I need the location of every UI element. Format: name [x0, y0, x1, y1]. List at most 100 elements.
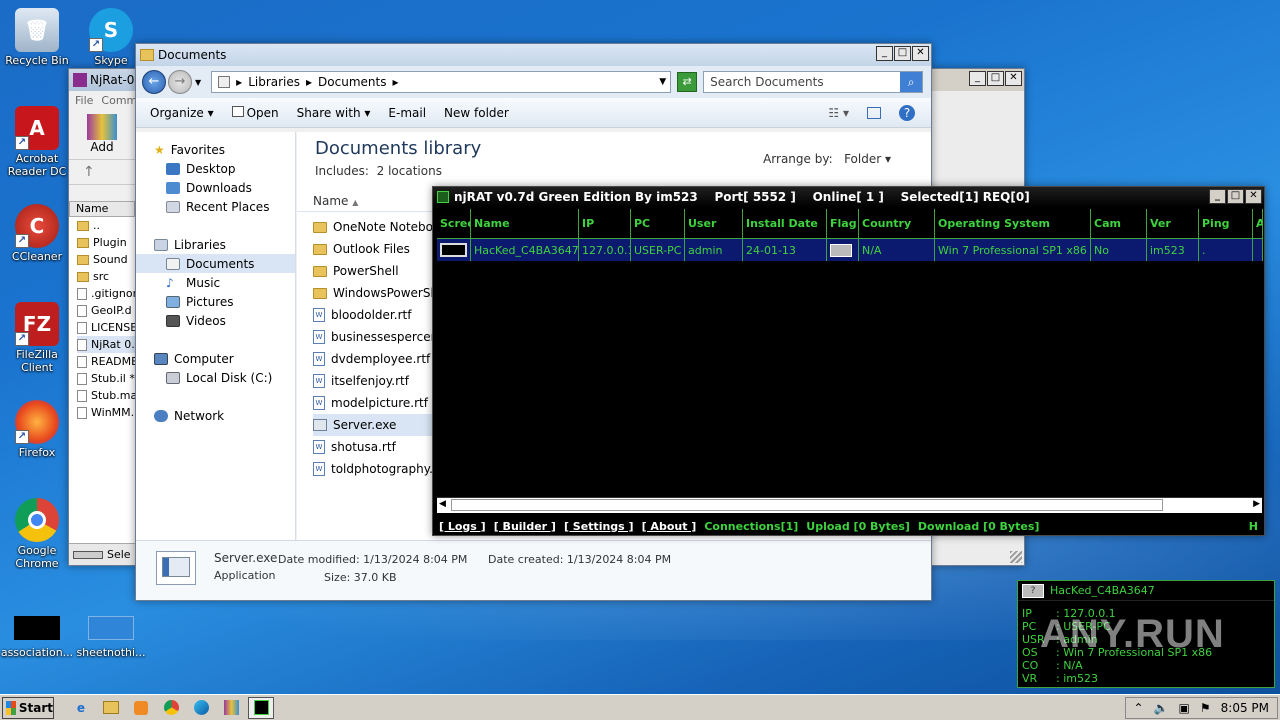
open-button[interactable]: Open	[231, 105, 279, 120]
column-header[interactable]: User	[685, 209, 743, 239]
email-button[interactable]: E-mail	[388, 106, 426, 120]
desktop-icon-recycle-bin[interactable]: 🗑 Recycle Bin	[0, 8, 74, 67]
file-item[interactable]: WindowsPowerShell	[313, 282, 443, 304]
file-item[interactable]: Outlook Files	[313, 238, 443, 260]
column-header[interactable]: Flag	[827, 209, 859, 239]
nav-local-disk[interactable]: Local Disk (C:)	[136, 368, 295, 387]
list-item[interactable]: ..	[77, 217, 135, 234]
nav-favorites[interactable]: ★ Favorites	[136, 140, 295, 159]
breadcrumb-libraries[interactable]: Libraries	[248, 75, 300, 89]
help-icon[interactable]: ?	[899, 104, 915, 121]
column-header[interactable]: A W	[1253, 209, 1263, 239]
minimize-button[interactable]: _	[1209, 189, 1226, 204]
maximize-button[interactable]: □	[894, 46, 911, 61]
list-item[interactable]: Stub.ma	[77, 387, 135, 404]
new-folder-button[interactable]: New folder	[444, 106, 509, 120]
minimize-button[interactable]: _	[876, 46, 893, 61]
column-header[interactable]: PC	[631, 209, 685, 239]
njrat-folder-window[interactable]: NjRat-0 File Comm Add ↑ Name .. Plugin Sou…	[68, 68, 137, 566]
address-bar[interactable]: ▸ Libraries ▸ Documents ▸ ▼	[211, 71, 672, 93]
horizontal-scrollbar[interactable]: ◀ ▶	[437, 497, 1262, 513]
table-row[interactable]: HacKed_C4BA3647 127.0.0.1 USER-PC admin 24-0…	[437, 239, 1263, 261]
list-item[interactable]: README	[77, 353, 135, 370]
share-with-button[interactable]: Share with ▾	[297, 106, 371, 120]
minimize-button[interactable]: _	[969, 71, 986, 86]
column-header[interactable]: Operating System	[935, 209, 1091, 239]
winrar-taskbar-icon[interactable]	[218, 697, 244, 719]
nav-music[interactable]: ♪ Music	[136, 273, 295, 292]
file-item[interactable]: Wtoldphotography.rtf	[313, 458, 443, 480]
list-item[interactable]: Sound	[77, 251, 135, 268]
file-item[interactable]: PowerShell	[313, 260, 443, 282]
menu-file[interactable]: File	[75, 94, 93, 107]
search-input[interactable]: Search Documents ⌕	[703, 71, 924, 93]
window-titlebar[interactable]: NjRat-0	[69, 69, 135, 91]
chrome-taskbar-icon[interactable]	[158, 697, 184, 719]
desktop-icon-filezilla[interactable]: FZ ↗ FileZilla Client	[0, 302, 74, 374]
network-tray-icon[interactable]: ▣	[1179, 701, 1190, 715]
view-options-icon[interactable]: ☷ ▾	[828, 106, 849, 120]
nav-videos[interactable]: Videos	[136, 311, 295, 330]
media-player-icon[interactable]	[128, 697, 154, 719]
list-item[interactable]: Plugin	[77, 234, 135, 251]
arrange-by-dropdown[interactable]: Folder ▾	[844, 152, 891, 166]
column-header[interactable]: IP	[579, 209, 631, 239]
file-item[interactable]: Witselfenjoy.rtf	[313, 370, 443, 392]
back-button[interactable]: ←	[142, 70, 166, 94]
refresh-button[interactable]: ⇄	[677, 72, 698, 92]
column-header[interactable]: Scree	[437, 209, 471, 239]
file-item[interactable]: Server.exe	[313, 414, 443, 436]
list-item[interactable]: LICENSE	[77, 319, 135, 336]
maximize-button[interactable]: □	[987, 71, 1004, 86]
nav-libraries[interactable]: Libraries	[136, 235, 295, 254]
forward-button[interactable]: →	[168, 70, 192, 94]
about-link[interactable]: [ About ]	[642, 520, 697, 533]
close-button[interactable]: ✕	[912, 46, 929, 61]
scroll-left-icon[interactable]: ◀	[439, 499, 446, 509]
logs-link[interactable]: [ Logs ]	[439, 520, 486, 533]
list-item[interactable]: Stub.il *	[77, 370, 135, 387]
maximize-button[interactable]: □	[1227, 189, 1244, 204]
close-button[interactable]: ✕	[1005, 71, 1022, 86]
column-header[interactable]: Ping	[1199, 209, 1253, 239]
add-button[interactable]: Add	[69, 109, 135, 159]
menu-commands[interactable]: Comm	[101, 94, 137, 107]
nav-downloads[interactable]: Downloads	[136, 178, 295, 197]
file-item[interactable]: Wbloodolder.rtf	[313, 304, 443, 326]
explorer-taskbar-icon[interactable]	[98, 697, 124, 719]
desktop-icon-firefox[interactable]: ↗ Firefox	[0, 400, 74, 459]
column-header-name[interactable]: Name	[69, 201, 135, 217]
window-titlebar[interactable]: njRAT v0.7d Green Edition By im523 Port[…	[433, 187, 1264, 207]
desktop-icon-ccleaner[interactable]: C ↗ CCleaner	[0, 204, 74, 263]
file-item[interactable]: Wdvdemployee.rtf	[313, 348, 443, 370]
file-item[interactable]: Wmodelpicture.rtf	[313, 392, 443, 414]
njrat-window[interactable]: njRAT v0.7d Green Edition By im523 Port[…	[432, 186, 1265, 536]
breadcrumb-documents[interactable]: Documents	[318, 75, 386, 89]
builder-link[interactable]: [ Builder ]	[494, 520, 556, 533]
list-item[interactable]: src	[77, 268, 135, 285]
column-header[interactable]: Name	[471, 209, 579, 239]
list-item[interactable]: .gitignor	[77, 285, 135, 302]
ie-icon[interactable]: e	[68, 697, 94, 719]
preview-pane-icon[interactable]	[867, 106, 881, 119]
njrat-taskbar-icon[interactable]	[248, 696, 274, 719]
search-icon[interactable]: ⌕	[900, 72, 923, 92]
nav-recent-places[interactable]: Recent Places	[136, 197, 295, 216]
show-hidden-icons-icon[interactable]: ⌃	[1134, 701, 1144, 715]
list-item[interactable]: NjRat 0.	[77, 336, 135, 353]
column-header[interactable]: Cam	[1091, 209, 1147, 239]
scroll-right-icon[interactable]: ▶	[1253, 499, 1260, 509]
file-item[interactable]: OneNote Notebooks	[313, 216, 443, 238]
up-arrow-icon[interactable]: ↑	[83, 164, 95, 180]
desktop-icon-chrome[interactable]: Google Chrome	[0, 498, 74, 570]
clock[interactable]: 8:05 PM	[1221, 701, 1269, 715]
action-center-icon[interactable]: ⚑	[1200, 701, 1211, 715]
start-button[interactable]: Start	[2, 696, 54, 719]
file-item[interactable]: Wshotusa.rtf	[313, 436, 443, 458]
window-titlebar[interactable]: _ □ ✕	[931, 69, 1024, 91]
nav-computer[interactable]: Computer	[136, 349, 295, 368]
organize-button[interactable]: Organize ▾	[150, 106, 214, 120]
address-dropdown-icon[interactable]: ▼	[659, 77, 666, 87]
resize-grip-icon[interactable]	[1010, 551, 1022, 563]
column-header[interactable]: Install Date	[743, 209, 827, 239]
